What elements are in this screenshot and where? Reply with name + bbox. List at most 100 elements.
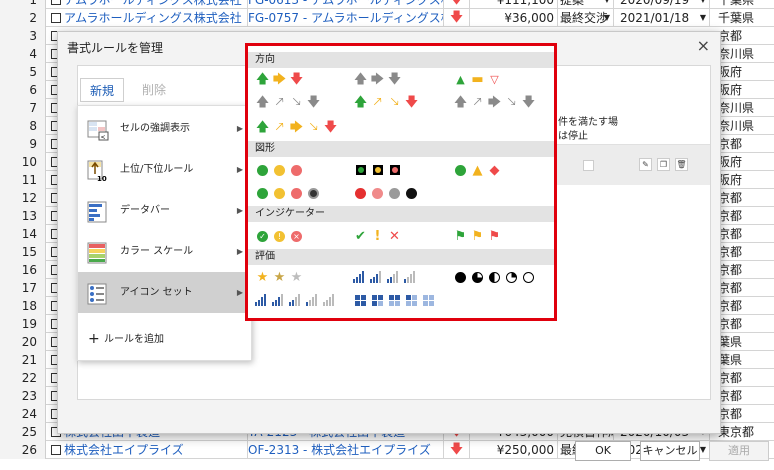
region-cell[interactable]: 京都 [716,225,774,243]
region-cell[interactable]: 奈川県 [716,99,774,117]
icon-set-4-traffic-lights[interactable] [255,184,323,202]
region-cell[interactable]: 葉県 [716,351,774,369]
icon-set-3-arrows-colored[interactable]: 🡅 🡆 🡇 [255,70,306,88]
row-checkbox[interactable] [51,0,61,5]
sheet-row[interactable]: 2 アムラホールディングス株式会社 FG-0757 - アムラホールディングス株… 🡇… [0,9,774,27]
menu-item-top-bottom[interactable]: 10 上位/下位ルール ▶ [78,149,253,190]
icon-set-4-red-to-black[interactable] [353,184,421,202]
trash-icon[interactable]: 🗑 [675,158,688,171]
date-cell[interactable]: 2021/01/18 ▼ [614,9,710,27]
region-cell[interactable]: 阪府 [716,171,774,189]
dropdown-arrow-icon[interactable]: ▼ [700,0,706,9]
company-cell[interactable]: アムラホールディングス株式会社 [64,0,248,9]
region-cell[interactable]: 京都 [716,261,774,279]
region-cell[interactable]: 奈川県 [716,117,774,135]
delete-rule-button[interactable]: 削除 [132,78,176,102]
region-cell[interactable]: 京都 [716,405,774,423]
icon-set-5-arrows-colored[interactable]: 🡅 🡕 🡆 🡖 🡇 [255,118,340,136]
icon-set-3-symbols-circled[interactable]: ✓! × [255,227,306,245]
copy-icon[interactable]: ❐ [657,158,670,171]
new-rule-button[interactable]: 新規 [80,78,124,102]
region-cell[interactable]: 奈川県 [716,45,774,63]
ok-button[interactable]: OK [575,441,631,461]
icon-set-3-symbols[interactable]: ✔! ✕ [353,227,404,245]
region-cell[interactable]: 京都 [716,315,774,333]
region-cell[interactable]: 京都 [716,387,774,405]
icon-set-3-stars[interactable]: ★ ★ ★ [255,268,306,286]
region-cell[interactable]: 京都 [716,243,774,261]
region-cell[interactable]: 京都 [716,135,774,153]
star-half-icon: ★ [273,269,286,285]
menu-item-data-bar[interactable]: データバー ▶ [78,190,253,231]
icon-set-3-traffic-lights[interactable] [255,161,306,179]
icon-set-3-triangles[interactable]: ▲ ▬ ▽ [453,70,504,88]
icon-set-3-traffic-lights-rimmed[interactable] [353,161,404,179]
arrow-up-icon: 🡅 [255,119,270,135]
data-bar-icon [87,201,107,223]
arrow-right-icon: 🡆 [289,119,304,135]
row-number: 16 [0,261,46,279]
gray-circle-icon [387,186,402,201]
arrow-down-icon: 🡇 [444,9,470,27]
region-cell[interactable]: 京都 [716,207,774,225]
icon-set-4-arrows-gray[interactable]: 🡅 🡕 🡖 🡇 [255,93,323,111]
region-cell[interactable]: 阪府 [716,153,774,171]
company-cell[interactable]: 株式会社エイプライズ [64,441,248,459]
region-cell[interactable]: 東京都 [716,423,774,441]
menu-item-icon-set[interactable]: アイコン セット ▶ [78,272,253,313]
icon-set-3-flags[interactable]: ⚑ ⚑ ⚑ [453,227,504,245]
region-cell[interactable]: 京都 [716,369,774,387]
row-number: 3 [0,27,46,45]
dropdown-arrow-icon[interactable]: ▼ [700,441,706,459]
status-cell[interactable]: 最終交渉▼ [558,9,614,27]
region-cell[interactable]: 京都 [716,27,774,45]
amount-cell[interactable]: ¥111,100 [470,0,558,9]
close-icon[interactable]: × [697,36,710,55]
date-cell[interactable]: 2020/09/19 ▼ [614,0,710,9]
icon-set-5-arrows-gray[interactable]: 🡅 🡕 🡆 🡖 🡇 [453,93,538,111]
dropdown-arrow-icon[interactable]: ▼ [604,0,610,9]
region-cell[interactable]: 千葉県 [716,0,774,9]
row-checkbox[interactable] [51,445,61,455]
menu-item-color-scale[interactable]: カラー スケール ▶ [78,231,253,272]
dropdown-arrow-icon[interactable]: ▼ [604,9,610,27]
quarter-one-icon [504,270,519,285]
region-cell[interactable]: 阪府 [716,63,774,81]
status-cell[interactable]: 提案 ▼ [558,0,614,9]
menu-item-highlight-cells[interactable]: < セルの強調表示 ▶ [78,108,253,149]
icon-set-4-ratings[interactable] [353,268,421,286]
row-number: 7 [0,99,46,117]
edit-icon[interactable]: ✎ [639,158,652,171]
yellow-light-icon [370,163,385,178]
icon-set-3-signs[interactable]: ▲ ◆ [453,161,504,179]
region-cell[interactable]: 葉県 [716,333,774,351]
region-cell[interactable]: 京都 [716,189,774,207]
icon-set-5-ratings[interactable] [255,291,340,309]
code-cell[interactable]: FG-0757 - アムラホールディングス株… [248,9,444,27]
code-cell[interactable]: FG-0613 - アムラホールディングス株式会社 [248,0,444,9]
amount-cell[interactable]: ¥36,000 [470,9,558,27]
check-icon: ✔ [355,228,366,244]
triangle-up-icon: ▲ [456,72,465,86]
icon-set-icon [87,283,107,305]
amount-cell[interactable]: ¥250,000 [470,441,558,459]
icon-set-4-arrows-colored[interactable]: 🡅 🡕 🡖 🡇 [353,93,421,111]
dropdown-arrow-icon[interactable]: ▼ [700,9,706,27]
region-cell[interactable]: 阪府 [716,81,774,99]
company-cell[interactable]: アムラホールディングス株式会社 [64,9,248,27]
add-rule-button[interactable]: + ルールを追加 [78,319,253,360]
icon-set-5-quarters[interactable] [453,268,538,286]
menu-label: データバー [120,205,170,216]
icon-set-3-arrows-gray[interactable]: 🡅 🡆 🡇 [353,70,404,88]
green-circle-icon [255,163,270,178]
region-cell[interactable]: 京都 [716,297,774,315]
apply-button[interactable]: 適用 [709,441,769,461]
row-checkbox[interactable] [51,13,61,23]
sheet-row[interactable]: 1 アムラホールディングス株式会社FG-0613 - アムラホールディングス株式会… [0,0,774,9]
code-cell[interactable]: OF-2313 - 株式会社エイプライズ [248,441,444,459]
region-cell[interactable]: 京都 [716,279,774,297]
region-cell[interactable]: 千葉県 [716,9,774,27]
cancel-button[interactable]: キャンセル [640,441,700,461]
icon-set-5-boxes[interactable] [353,291,438,309]
stop-if-true-checkbox[interactable] [583,160,594,171]
